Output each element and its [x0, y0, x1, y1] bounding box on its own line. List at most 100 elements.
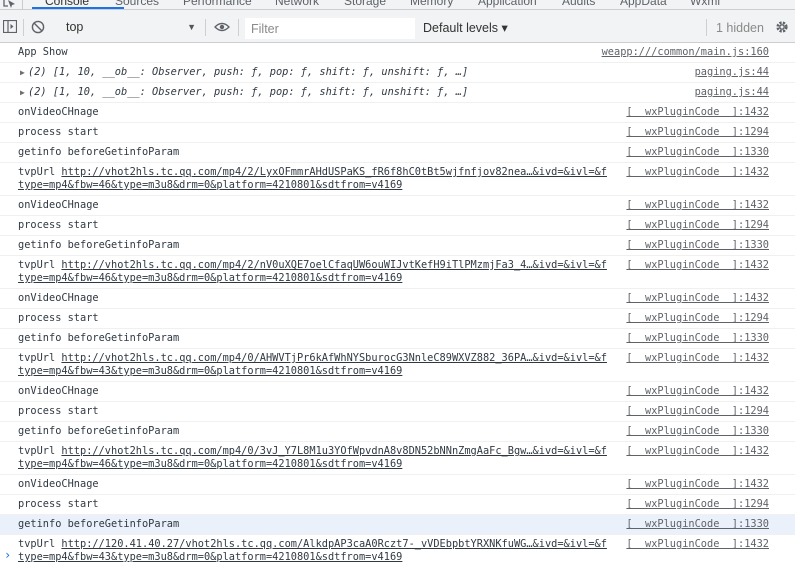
- message-source-link[interactable]: [ wxPluginCode ]:1432: [626, 106, 769, 119]
- console-message[interactable]: ▶ (2) [1, 10, __ob__: Observer, push: ƒ,…: [0, 63, 795, 83]
- message-source-link[interactable]: [ wxPluginCode ]:1330: [626, 518, 769, 531]
- message-text: process start: [18, 219, 99, 231]
- message-source-link[interactable]: [ wxPluginCode ]:1432: [626, 445, 769, 458]
- console-message-selected: getinfo beforeGetinfoParam [ wxPluginCod…: [0, 515, 795, 535]
- filter-input[interactable]: [245, 18, 415, 39]
- message-source-link[interactable]: [ wxPluginCode ]:1432: [626, 199, 769, 212]
- message-source-link[interactable]: [ wxPluginCode ]:1432: [626, 259, 769, 272]
- message-source-link[interactable]: [ wxPluginCode ]:1330: [626, 239, 769, 252]
- tab-separator: [22, 0, 23, 9]
- console-message: getinfo beforeGetinfoParam [ wxPluginCod…: [0, 236, 795, 256]
- message-text: tvpUrl http://vhot2hls.tc.qq.com/mp4/0/A…: [18, 352, 608, 378]
- console-message: getinfo beforeGetinfoParam [ wxPluginCod…: [0, 329, 795, 349]
- message-source-link[interactable]: [ wxPluginCode ]:1432: [626, 166, 769, 179]
- expand-triangle-icon[interactable]: ▶: [20, 66, 25, 79]
- gear-icon[interactable]: [775, 20, 789, 34]
- message-text: process start: [18, 312, 99, 324]
- console-message: onVideoCHnage [ wxPluginCode ]:1432: [0, 196, 795, 216]
- message-source-link[interactable]: [ wxPluginCode ]:1432: [626, 538, 769, 551]
- message-url-link[interactable]: http://vhot2hls.tc.qq.com/mp4/2/nV0uXQE7…: [18, 259, 607, 284]
- eye-icon[interactable]: [214, 22, 230, 32]
- console-message: App Show weapp:///common/main.js:160: [0, 43, 795, 63]
- tab-wxml[interactable]: Wxml: [690, 0, 720, 9]
- message-text: onVideoCHnage: [18, 199, 99, 211]
- message-text: onVideoCHnage: [18, 106, 99, 118]
- toolbar-separator: [706, 19, 707, 36]
- console-message[interactable]: ▶ (2) [1, 10, __ob__: Observer, push: ƒ,…: [0, 83, 795, 103]
- array-preview: [1, 10, __ob__: Observer, push: ƒ, pop: …: [52, 66, 469, 78]
- console-message: onVideoCHnage [ wxPluginCode ]:1432: [0, 103, 795, 123]
- console-prompt-icon[interactable]: ›: [4, 548, 11, 562]
- array-length: (2): [28, 86, 53, 98]
- message-source-link[interactable]: [ wxPluginCode ]:1294: [626, 498, 769, 511]
- console-message: tvpUrl http://vhot2hls.tc.qq.com/mp4/0/3…: [0, 442, 795, 475]
- sidebar-toggle-icon[interactable]: [3, 20, 17, 33]
- tab-network[interactable]: Network: [275, 0, 319, 9]
- console-message: process start [ wxPluginCode ]:1294: [0, 495, 795, 515]
- message-source-link[interactable]: weapp:///common/main.js:160: [602, 46, 769, 59]
- message-text: process start: [18, 126, 99, 138]
- tab-storage[interactable]: Storage: [344, 0, 386, 9]
- array-length: (2): [28, 66, 53, 78]
- message-source-link[interactable]: [ wxPluginCode ]:1294: [626, 126, 769, 139]
- message-text: onVideoCHnage: [18, 292, 99, 304]
- message-source-link[interactable]: [ wxPluginCode ]:1294: [626, 312, 769, 325]
- message-source-link[interactable]: [ wxPluginCode ]:1330: [626, 332, 769, 345]
- chevron-down-icon: ▼: [187, 22, 196, 32]
- message-text: tvpUrl http://vhot2hls.tc.qq.com/mp4/0/3…: [18, 445, 608, 471]
- message-url-link[interactable]: http://vhot2hls.tc.qq.com/mp4/0/3vJ_Y7L8…: [18, 445, 607, 470]
- message-text: tvpUrl http://vhot2hls.tc.qq.com/mp4/2/n…: [18, 259, 608, 285]
- message-url-link[interactable]: http://vhot2hls.tc.qq.com/mp4/0/AHWVTjPr…: [18, 352, 607, 377]
- tab-memory[interactable]: Memory: [410, 0, 453, 9]
- message-text: tvpUrl http://vhot2hls.tc.qq.com/mp4/2/L…: [18, 166, 608, 192]
- console-message: process start [ wxPluginCode ]:1294: [0, 123, 795, 143]
- message-label: tvpUrl: [18, 352, 62, 364]
- message-source-link[interactable]: [ wxPluginCode ]:1432: [626, 478, 769, 491]
- message-text: App Show: [18, 46, 68, 58]
- message-source-link[interactable]: [ wxPluginCode ]:1432: [626, 385, 769, 398]
- message-text: onVideoCHnage: [18, 478, 99, 490]
- message-text: (2) [1, 10, __ob__: Observer, push: ƒ, p…: [18, 66, 608, 79]
- message-source-link[interactable]: [ wxPluginCode ]:1330: [626, 425, 769, 438]
- message-text: tvpUrl http://120.41.40.27/vhot2hls.tc.q…: [18, 538, 608, 562]
- tab-appdata[interactable]: AppData: [620, 0, 667, 9]
- message-text: getinfo beforeGetinfoParam: [18, 518, 180, 530]
- message-label: tvpUrl: [18, 166, 62, 178]
- tab-performance[interactable]: Performance: [183, 0, 252, 9]
- message-source-link[interactable]: [ wxPluginCode ]:1330: [626, 146, 769, 159]
- message-label: tvpUrl: [18, 445, 62, 457]
- message-text: getinfo beforeGetinfoParam: [18, 146, 180, 158]
- message-url-link[interactable]: http://vhot2hls.tc.qq.com/mp4/2/LyxOFmmr…: [18, 166, 607, 191]
- message-source-link[interactable]: [ wxPluginCode ]:1294: [626, 405, 769, 418]
- console-message: process start [ wxPluginCode ]:1294: [0, 402, 795, 422]
- message-label: tvpUrl: [18, 259, 62, 271]
- expand-triangle-icon[interactable]: ▶: [20, 86, 25, 99]
- console-message: tvpUrl http://vhot2hls.tc.qq.com/mp4/2/L…: [0, 163, 795, 196]
- clear-console-icon[interactable]: [31, 20, 45, 34]
- console-messages: App Show weapp:///common/main.js:160 ▶ (…: [0, 43, 795, 562]
- message-text: getinfo beforeGetinfoParam: [18, 425, 180, 437]
- log-levels-dropdown[interactable]: Default levels ▾: [423, 20, 508, 35]
- message-source-link[interactable]: [ wxPluginCode ]:1294: [626, 219, 769, 232]
- console-message: tvpUrl http://120.41.40.27/vhot2hls.tc.q…: [0, 535, 795, 562]
- tab-audits[interactable]: Audits: [562, 0, 595, 9]
- message-source-link[interactable]: [ wxPluginCode ]:1432: [626, 352, 769, 365]
- message-source-link[interactable]: paging.js:44: [695, 86, 769, 99]
- message-url-link[interactable]: http://120.41.40.27/vhot2hls.tc.qq.com/A…: [18, 538, 607, 562]
- message-source-link[interactable]: [ wxPluginCode ]:1432: [626, 292, 769, 305]
- console-message: tvpUrl http://vhot2hls.tc.qq.com/mp4/2/n…: [0, 256, 795, 289]
- console-message: process start [ wxPluginCode ]:1294: [0, 309, 795, 329]
- message-text: (2) [1, 10, __ob__: Observer, push: ƒ, p…: [18, 86, 608, 99]
- message-source-link[interactable]: paging.js:44: [695, 66, 769, 79]
- console-message: process start [ wxPluginCode ]:1294: [0, 216, 795, 236]
- tab-sources[interactable]: Sources: [115, 0, 159, 9]
- tab-application[interactable]: Application: [478, 0, 537, 9]
- console-message: onVideoCHnage [ wxPluginCode ]:1432: [0, 475, 795, 495]
- message-text: getinfo beforeGetinfoParam: [18, 332, 180, 344]
- console-toolbar: top ▼ Default levels ▾ 1 hidden: [0, 10, 795, 43]
- toolbar-separator: [23, 19, 24, 36]
- console-message: tvpUrl http://vhot2hls.tc.qq.com/mp4/0/A…: [0, 349, 795, 382]
- context-selector[interactable]: top ▼: [58, 17, 200, 37]
- console-message: onVideoCHnage [ wxPluginCode ]:1432: [0, 382, 795, 402]
- inspect-element-icon[interactable]: [3, 0, 17, 9]
